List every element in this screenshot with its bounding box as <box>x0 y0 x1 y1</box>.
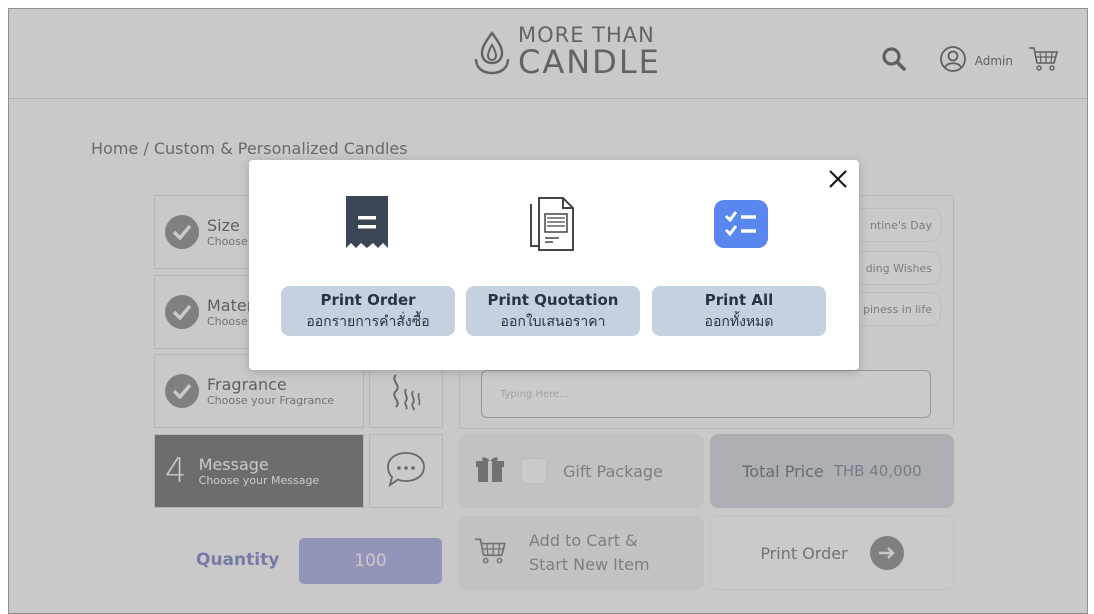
option-label-en: Print Quotation <box>487 291 619 309</box>
option-label-en: Print All <box>704 291 774 309</box>
option-label-en: Print Order <box>320 291 416 309</box>
close-icon[interactable] <box>825 166 851 192</box>
print-options-modal: Print Order ออกรายการคำสั่งซื้อ Print Qu… <box>249 160 859 370</box>
option-label-th: ออกรายการคำสั่งซื้อ <box>306 314 430 330</box>
print-all-option[interactable]: Print All ออกทั้งหมด <box>652 286 826 336</box>
checklist-icon <box>714 196 768 252</box>
option-label-th: ออกทั้งหมด <box>704 314 774 330</box>
option-label-th: ออกใบเสนอราคา <box>500 314 606 330</box>
receipt-icon <box>346 196 388 252</box>
print-order-option[interactable]: Print Order ออกรายการคำสั่งซื้อ <box>281 286 455 336</box>
document-icon <box>529 196 574 252</box>
print-quotation-option[interactable]: Print Quotation ออกใบเสนอราคา <box>466 286 640 336</box>
